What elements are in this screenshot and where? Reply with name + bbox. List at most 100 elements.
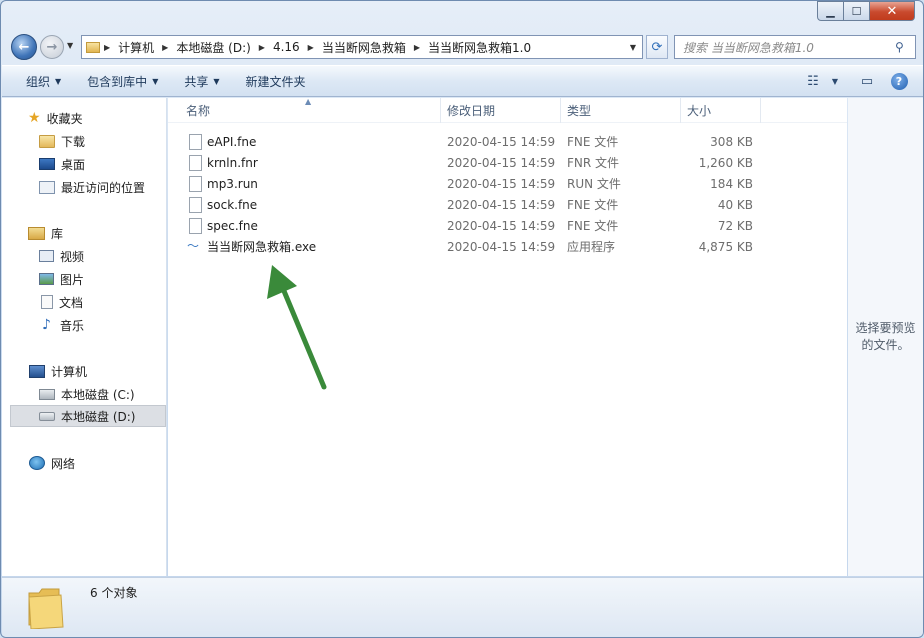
item-count: 6 个对象 (90, 586, 138, 600)
address-bar[interactable]: ▶ 计算机 ▶ 本地磁盘 (D:) ▶ 4.16 ▶ 当当断网急救箱 ▶ 当当断… (81, 35, 643, 59)
help-icon: ? (890, 72, 908, 90)
file-row[interactable]: 〜 当当断网急救箱.exe 2020-04-15 14:59 应用程序 4,87… (178, 236, 778, 257)
view-options-icon[interactable]: ☷ (799, 69, 827, 93)
include-library-menu[interactable]: 包含到库中 ▼ (78, 68, 167, 94)
sidebar-item-downloads[interactable]: 下载 (2, 130, 167, 152)
network-icon (29, 456, 45, 470)
sidebar-favorites[interactable]: ★ 收藏夹 (2, 107, 167, 129)
sidebar-item-drive-c[interactable]: 本地磁盘 (C:) (2, 383, 167, 405)
file-icon (189, 196, 202, 213)
file-row[interactable]: krnln.fnr 2020-04-15 14:59 FNR 文件 1,260 … (178, 152, 778, 173)
file-row[interactable]: mp3.run 2020-04-15 14:59 RUN 文件 184 KB (178, 173, 778, 194)
file-list: ▲ 名称 修改日期 类型 大小 eAPI.fne 2020-04-15 14:5… (168, 97, 847, 576)
history-dropdown-icon[interactable]: ▼ (67, 41, 73, 50)
explorer-window: ▁ ☐ ✕ ← → ▼ ▶ 计算机 ▶ 本地磁盘 (D:) ▶ 4.16 ▶ 当… (0, 0, 924, 638)
chevron-right-icon[interactable]: ▶ (255, 43, 269, 52)
sidebar-item-desktop[interactable]: 桌面 (2, 153, 167, 175)
chevron-right-icon[interactable]: ▶ (100, 43, 114, 52)
libraries-icon (28, 226, 45, 240)
sidebar-label: 下载 (61, 134, 86, 149)
preview-pane: 选择要预览的文件。 (848, 98, 923, 576)
sidebar-label: 文档 (59, 295, 84, 310)
address-dropdown-icon[interactable]: ▼ (624, 43, 642, 52)
sidebar-item-recent-places[interactable]: 最近访问的位置 (2, 176, 167, 198)
sidebar-label: 音乐 (60, 318, 85, 333)
folder-icon (28, 588, 64, 629)
window-controls: ▁ ☐ ✕ (817, 1, 915, 21)
forward-button[interactable]: → (40, 35, 64, 59)
file-icon (189, 133, 202, 150)
file-name: sock.fne (207, 197, 258, 212)
breadcrumb-computer[interactable]: 计算机 (114, 36, 158, 58)
breadcrumb-parent-folder[interactable]: 当当断网急救箱 (318, 36, 410, 58)
sidebar-item-drive-d[interactable]: 本地磁盘 (D:) (10, 405, 166, 427)
document-icon (41, 295, 53, 309)
chevron-down-icon: ▼ (213, 76, 220, 86)
chevron-down-icon: ▼ (152, 76, 159, 86)
recent-places-icon (39, 180, 55, 194)
minimize-button[interactable]: ▁ (817, 1, 844, 21)
organize-menu[interactable]: 组织 ▼ (17, 68, 70, 94)
search-input[interactable]: 搜索 当当断网急救箱1.0 (675, 39, 895, 56)
new-folder-label: 新建文件夹 (245, 74, 306, 89)
file-type: FNR 文件 (567, 156, 620, 170)
file-row[interactable]: eAPI.fne 2020-04-15 14:59 FNE 文件 308 KB (178, 131, 778, 152)
maximize-button[interactable]: ☐ (844, 1, 870, 21)
file-size: 4,875 KB (698, 239, 753, 254)
folder-icon (86, 41, 100, 53)
chevron-right-icon[interactable]: ▶ (304, 43, 318, 52)
new-folder-button[interactable]: 新建文件夹 (237, 68, 315, 94)
sidebar-item-documents[interactable]: 文档 (2, 291, 167, 313)
command-bar: 组织 ▼ 包含到库中 ▼ 共享 ▼ 新建文件夹 ☷ ▼ ▭ ? (2, 65, 923, 97)
sidebar-label: 库 (51, 226, 64, 241)
search-box[interactable]: 搜索 当当断网急救箱1.0 ⚲ (674, 35, 916, 59)
sidebar-item-pictures[interactable]: 图片 (2, 268, 167, 290)
breadcrumb-4-16[interactable]: 4.16 (269, 36, 304, 58)
column-header-name[interactable]: 名称 (168, 98, 441, 123)
pictures-icon (39, 273, 54, 285)
help-button[interactable]: ? (885, 69, 913, 93)
organize-label: 组织 (26, 74, 51, 89)
chevron-right-icon[interactable]: ▶ (158, 43, 172, 52)
navigation-pane: ★ 收藏夹 下载 桌面 最近访问的位置 库 视频 图片 文档 ♪ 音乐 计算机 … (2, 98, 167, 576)
refresh-button[interactable]: ⟳ (646, 35, 668, 59)
breadcrumb-current-folder[interactable]: 当当断网急救箱1.0 (424, 36, 535, 58)
column-header-type[interactable]: 类型 (561, 98, 681, 123)
file-date: 2020-04-15 14:59 (447, 155, 556, 170)
exe-icon: 〜 (187, 239, 200, 253)
sidebar-computer[interactable]: 计算机 (2, 360, 167, 382)
column-header-date[interactable]: 修改日期 (441, 98, 561, 123)
drive-icon (39, 411, 55, 421)
sidebar-label: 最近访问的位置 (61, 180, 146, 195)
file-date: 2020-04-15 14:59 (447, 239, 556, 254)
view-dropdown-icon[interactable]: ▼ (827, 69, 843, 93)
details-pane: 6 个对象 (2, 577, 923, 637)
back-button[interactable]: ← (11, 34, 37, 60)
close-button[interactable]: ✕ (870, 1, 915, 21)
sidebar-libraries[interactable]: 库 (2, 222, 167, 244)
star-icon: ★ (28, 110, 41, 126)
computer-icon (29, 364, 45, 378)
file-name: mp3.run (207, 176, 258, 191)
file-size: 72 KB (717, 218, 753, 233)
file-row[interactable]: sock.fne 2020-04-15 14:59 FNE 文件 40 KB (178, 194, 778, 215)
share-menu[interactable]: 共享 ▼ (175, 68, 228, 94)
file-row[interactable]: spec.fne 2020-04-15 14:59 FNE 文件 72 KB (178, 215, 778, 236)
file-name: 当当断网急救箱.exe (207, 240, 317, 254)
breadcrumb-drive-d[interactable]: 本地磁盘 (D:) (172, 36, 254, 58)
video-icon (39, 250, 54, 262)
sidebar-item-videos[interactable]: 视频 (2, 245, 167, 267)
chevron-right-icon[interactable]: ▶ (410, 43, 424, 52)
sidebar-label: 本地磁盘 (C:) (61, 387, 135, 402)
sidebar-network[interactable]: 网络 (2, 452, 167, 474)
file-date: 2020-04-15 14:59 (447, 176, 556, 191)
sidebar-item-music[interactable]: ♪ 音乐 (2, 314, 167, 336)
sidebar-label: 收藏夹 (46, 111, 83, 126)
file-size: 40 KB (717, 197, 753, 212)
preview-pane-icon[interactable]: ▭ (853, 69, 881, 93)
column-header-size[interactable]: 大小 (681, 98, 761, 123)
chevron-down-icon: ▼ (55, 76, 62, 86)
sidebar-label: 网络 (51, 456, 76, 471)
file-type: FNE 文件 (567, 135, 619, 149)
sidebar-label: 本地磁盘 (D:) (61, 409, 136, 424)
